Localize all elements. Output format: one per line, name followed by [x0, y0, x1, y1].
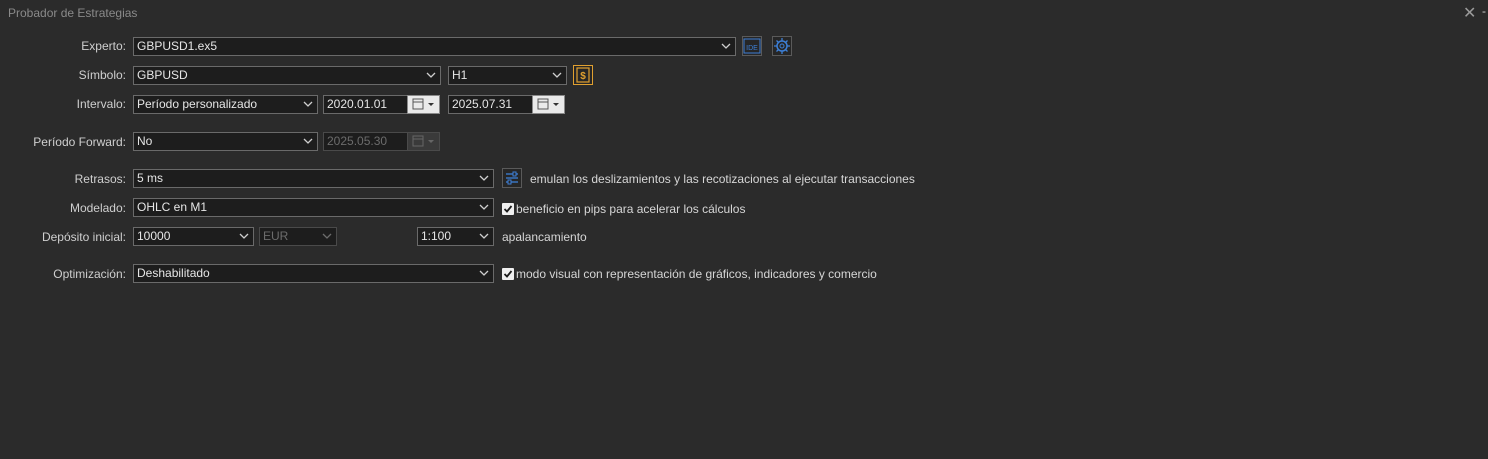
svg-text:$: $: [580, 71, 586, 82]
modeling-select[interactable]: OHLC en M1: [133, 198, 494, 217]
modeling-value: OHLC en M1: [137, 200, 208, 214]
symbol-value: GBPUSD: [137, 68, 188, 82]
chevron-down-icon: [425, 67, 437, 84]
label-optimizacion: Optimización:: [53, 267, 126, 281]
close-icon[interactable]: ✕: [1463, 3, 1479, 22]
symbol-specs-button[interactable]: $: [573, 65, 593, 85]
window-title: Probador de Estrategias: [8, 6, 138, 20]
expert-value: GBPUSD1.ex5: [137, 39, 218, 53]
interval-select[interactable]: Período personalizado: [133, 95, 318, 114]
chevron-down-icon: [720, 38, 732, 55]
title-bar: Probador de Estrategias ✕ -: [0, 0, 1488, 26]
label-simbolo: Símbolo:: [78, 68, 126, 82]
forward-date-calendar-button: [407, 132, 440, 151]
delays-note: emulan los deslizamientos y las recotiza…: [530, 172, 915, 186]
expert-select[interactable]: GBPUSD1.ex5: [133, 37, 736, 56]
check-icon: [503, 270, 513, 278]
pips-label: beneficio en pips para acelerar los cálc…: [516, 202, 746, 216]
label-retrasos: Retrasos:: [74, 172, 126, 186]
gear-icon: [774, 38, 790, 54]
label-periodo-forward: Período Forward:: [33, 135, 126, 149]
leverage-select[interactable]: 1:100: [417, 227, 494, 246]
check-icon: [503, 205, 513, 213]
optimization-select[interactable]: Deshabilitado: [133, 264, 494, 283]
start-date-input[interactable]: 2020.01.01: [323, 95, 409, 114]
chevron-down-icon: [321, 228, 333, 245]
calendar-icon: [412, 135, 434, 147]
leverage-value: 1:100: [421, 229, 452, 243]
deposit-value: 10000: [137, 229, 171, 243]
window-edge-mark: -: [1482, 4, 1486, 18]
forward-date-value: 2025.05.30: [327, 134, 388, 148]
forward-value: No: [137, 134, 153, 148]
deposit-select[interactable]: 10000: [133, 227, 254, 246]
label-experto: Experto:: [81, 39, 126, 53]
label-deposito: Depósito inicial:: [41, 230, 126, 244]
sliders-icon: [506, 171, 518, 185]
delays-value: 5 ms: [137, 171, 164, 185]
pips-checkbox[interactable]: [502, 203, 514, 215]
forward-date-input: 2025.05.30: [323, 132, 409, 151]
currency-value: EUR: [263, 229, 289, 243]
timeframe-select[interactable]: H1: [448, 66, 567, 85]
label-intervalo: Intervalo:: [76, 97, 126, 111]
leverage-label: apalancamiento: [502, 230, 587, 244]
delays-select[interactable]: 5 ms: [133, 169, 494, 188]
end-date-calendar-button[interactable]: [532, 95, 565, 114]
chevron-down-icon: [478, 228, 490, 245]
svg-text:IDE: IDE: [746, 45, 758, 52]
dollar-icon: $: [576, 67, 590, 83]
optimization-value: Deshabilitado: [137, 266, 210, 280]
ide-button[interactable]: IDE: [742, 36, 762, 56]
ide-icon: IDE: [743, 38, 761, 54]
interval-value: Período personalizado: [137, 97, 258, 111]
start-date-value: 2020.01.01: [327, 97, 388, 111]
timeframe-value: H1: [452, 68, 468, 82]
chevron-down-icon: [478, 199, 490, 216]
end-date-value: 2025.07.31: [452, 97, 513, 111]
chevron-down-icon: [478, 265, 490, 282]
calendar-icon: [412, 98, 434, 110]
chevron-down-icon: [238, 228, 250, 245]
chevron-down-icon: [302, 96, 314, 113]
start-date-calendar-button[interactable]: [407, 95, 440, 114]
chevron-down-icon: [478, 170, 490, 187]
chevron-down-icon: [302, 133, 314, 150]
end-date-input[interactable]: 2025.07.31: [448, 95, 534, 114]
currency-select: EUR: [259, 227, 337, 246]
visual-mode-label: modo visual con representación de gráfic…: [516, 267, 877, 281]
chevron-down-icon: [551, 67, 563, 84]
delays-settings-button[interactable]: [502, 168, 522, 188]
forward-select[interactable]: No: [133, 132, 318, 151]
visual-mode-checkbox[interactable]: [502, 268, 514, 280]
calendar-icon: [537, 98, 559, 110]
label-modelado: Modelado:: [69, 201, 126, 215]
settings-button[interactable]: [772, 36, 792, 56]
symbol-select[interactable]: GBPUSD: [133, 66, 441, 85]
